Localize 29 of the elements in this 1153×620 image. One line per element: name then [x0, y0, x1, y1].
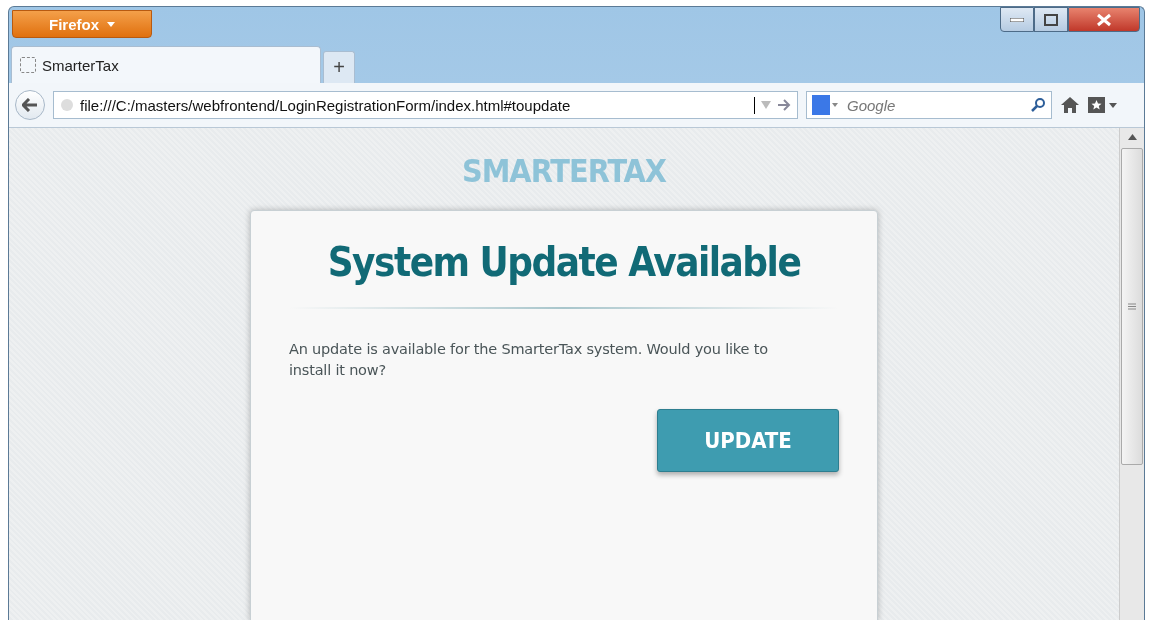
search-icon	[1031, 98, 1045, 112]
dropdown-icon	[761, 101, 771, 109]
address-bar[interactable]: file:///C:/masters/webfrontend/LoginRegistrationForm/index.html#toupdate	[53, 91, 798, 119]
maximize-icon	[1044, 13, 1058, 26]
page-icon	[20, 57, 36, 73]
scrollbar-thumb[interactable]	[1121, 148, 1143, 465]
minimize-button[interactable]	[1000, 7, 1034, 32]
grip-icon	[1128, 303, 1136, 310]
bookmark-star-icon	[1088, 96, 1118, 114]
back-button[interactable]	[15, 90, 45, 120]
minimize-icon	[1010, 17, 1024, 22]
bookmarks-button[interactable]	[1088, 96, 1118, 114]
go-arrow-icon	[777, 99, 791, 111]
browser-tab[interactable]: SmarterTax	[11, 46, 321, 83]
dialog-title: System Update Available	[326, 239, 802, 285]
brand-logo: SMARTERTAX	[461, 152, 667, 190]
new-tab-button[interactable]: +	[323, 51, 355, 83]
home-icon	[1060, 96, 1080, 114]
home-button[interactable]	[1060, 96, 1080, 114]
search-field[interactable]: Google	[806, 91, 1052, 119]
back-arrow-icon	[22, 98, 38, 112]
close-icon	[1096, 12, 1112, 27]
scroll-up-icon	[1127, 134, 1137, 140]
caret-icon	[107, 21, 115, 27]
search-engine-icon	[812, 95, 838, 115]
update-message: An update is available for the SmarterTax system. Would you like to install it now?	[289, 340, 769, 380]
close-button[interactable]	[1068, 7, 1140, 32]
scrollbar[interactable]	[1119, 128, 1144, 620]
maximize-button[interactable]	[1034, 7, 1068, 32]
